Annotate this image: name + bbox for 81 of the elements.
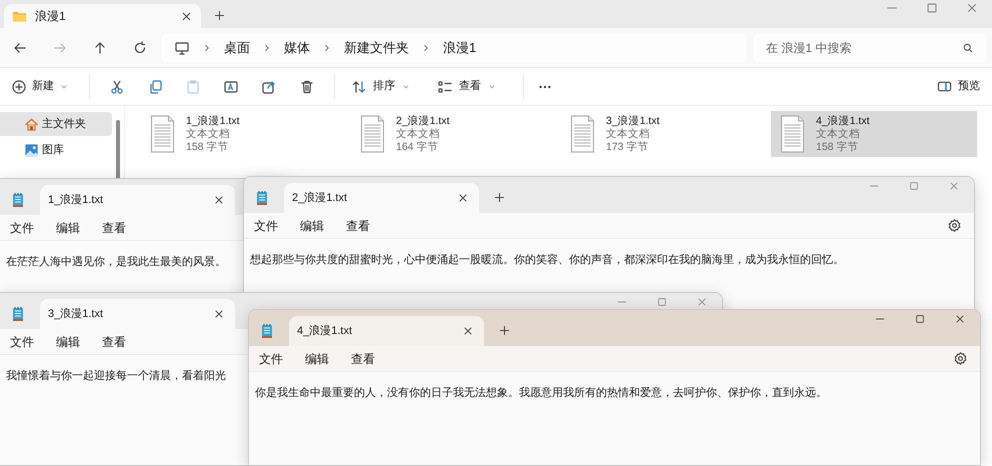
document-text[interactable]: 想起那些与你共度的甜蜜时光，心中便涌起一股暖流。你的笑容、你的声音，都深深印在我的脑海里，成为我永恒的回忆。 xyxy=(250,252,844,268)
file-size: 173 字节 xyxy=(606,141,650,154)
file-item[interactable]: 3_浪漫1.txt 文本文档 173 字节 xyxy=(561,111,767,157)
sort-icon xyxy=(351,78,367,94)
tab[interactable]: 2_浪漫1.txt xyxy=(284,183,479,213)
menu-item[interactable]: 编辑 xyxy=(305,350,329,368)
close-tab-icon[interactable] xyxy=(213,308,225,320)
file-type: 文本文档 xyxy=(186,128,231,141)
menu-item[interactable]: 编辑 xyxy=(56,218,80,236)
settings-icon[interactable] xyxy=(947,218,962,233)
menu-item[interactable]: 查看 xyxy=(351,350,375,368)
tab[interactable]: 3_浪漫1.txt xyxy=(40,299,235,329)
file-size: 164 字节 xyxy=(396,141,440,154)
sidebar-item[interactable]: 图库 xyxy=(0,138,112,162)
rename-icon[interactable] xyxy=(223,78,239,94)
tab-label[interactable]: 浪漫1 xyxy=(35,7,172,25)
file-item[interactable]: 4_浪漫1.txt 文本文档 158 字节 xyxy=(771,111,977,157)
menu-item[interactable]: 编辑 xyxy=(300,216,324,234)
search-field[interactable]: 在 浪漫1 中搜索 xyxy=(754,34,986,62)
notepad-icon xyxy=(10,306,26,322)
delete-icon[interactable] xyxy=(299,78,315,94)
menu-item[interactable]: 文件 xyxy=(254,216,278,234)
file-item[interactable]: 2_浪漫1.txt 文本文档 164 字节 xyxy=(351,111,557,157)
sort-button[interactable]: 排序 xyxy=(343,78,419,95)
text-file-icon xyxy=(149,115,176,153)
home-icon xyxy=(24,116,39,132)
file-type: 文本文档 xyxy=(606,128,651,141)
file-type: 文本文档 xyxy=(816,128,861,141)
scrollbar-thumb[interactable] xyxy=(116,120,120,180)
menu-item[interactable]: 编辑 xyxy=(56,332,80,350)
tab[interactable]: 4_浪漫1.txt xyxy=(289,316,484,346)
file-type: 文本文档 xyxy=(396,128,441,141)
computer-icon[interactable] xyxy=(174,40,190,56)
file-item[interactable]: 1_浪漫1.txt 文本文档 158 字节 xyxy=(141,111,347,157)
menu-item[interactable]: 查看 xyxy=(102,332,126,350)
sidebar-item[interactable]: 主文件夹 xyxy=(0,112,112,136)
file-size: 158 字节 xyxy=(816,141,860,154)
document-text[interactable]: 在茫茫人海中遇见你，是我此生最美的风景。 xyxy=(6,254,226,270)
text-file-icon xyxy=(779,115,806,153)
new-tab-icon[interactable] xyxy=(493,191,506,204)
menu-item[interactable]: 查看 xyxy=(346,216,370,234)
menu-item[interactable]: 文件 xyxy=(10,332,34,350)
plus-circle-icon xyxy=(11,78,27,94)
new-tab-icon[interactable] xyxy=(213,9,226,22)
breadcrumb-item[interactable]: 桌面 xyxy=(224,38,250,58)
file-name: 3_浪漫1.txt xyxy=(606,115,660,128)
scissors-icon[interactable] xyxy=(109,78,125,94)
breadcrumb-item[interactable]: 媒体 xyxy=(284,38,310,58)
close-tab-icon[interactable] xyxy=(462,325,474,337)
refresh-icon[interactable] xyxy=(132,40,148,56)
share-icon[interactable] xyxy=(261,78,277,94)
new-button[interactable]: 新建 xyxy=(0,78,81,95)
view-icon xyxy=(437,78,453,94)
breadcrumb-item[interactable]: 新建文件夹 xyxy=(344,38,409,58)
close-tab-icon[interactable] xyxy=(180,10,193,22)
file-name: 4_浪漫1.txt xyxy=(816,115,870,128)
close-tab-icon[interactable] xyxy=(213,194,225,206)
file-name: 1_浪漫1.txt xyxy=(186,115,240,128)
breadcrumb-item[interactable]: 浪漫1 xyxy=(443,38,476,58)
settings-icon[interactable] xyxy=(953,351,968,366)
view-button[interactable]: 查看 xyxy=(429,78,505,95)
document-text[interactable]: 你是我生命中最重要的人，没有你的日子我无法想象。我愿意用我所有的热情和爱意，去呵护你、保护你，直到永远。 xyxy=(255,385,827,401)
close-tab-icon[interactable] xyxy=(457,192,469,204)
gallery-icon xyxy=(24,142,39,158)
file-size: 158 字节 xyxy=(186,141,230,154)
text-file-icon xyxy=(359,115,386,153)
menu-item[interactable]: 查看 xyxy=(102,218,126,236)
tab[interactable]: 1_浪漫1.txt xyxy=(40,185,235,215)
menu-item[interactable]: 文件 xyxy=(10,218,34,236)
notepad-icon xyxy=(10,192,26,208)
text-file-icon xyxy=(569,115,596,153)
notepad-icon xyxy=(259,323,275,339)
notepad-icon xyxy=(254,190,270,206)
search-icon[interactable] xyxy=(962,42,974,54)
new-tab-icon[interactable] xyxy=(498,324,511,337)
file-name: 2_浪漫1.txt xyxy=(396,115,450,128)
preview-pane-icon xyxy=(937,79,952,94)
menu-item[interactable]: 文件 xyxy=(259,350,283,368)
tab[interactable]: 浪漫1 xyxy=(4,4,201,28)
preview-button[interactable]: 预览 xyxy=(937,78,992,95)
document-text[interactable]: 我憧憬着与你一起迎接每一个清晨，看着阳光 xyxy=(6,368,226,384)
